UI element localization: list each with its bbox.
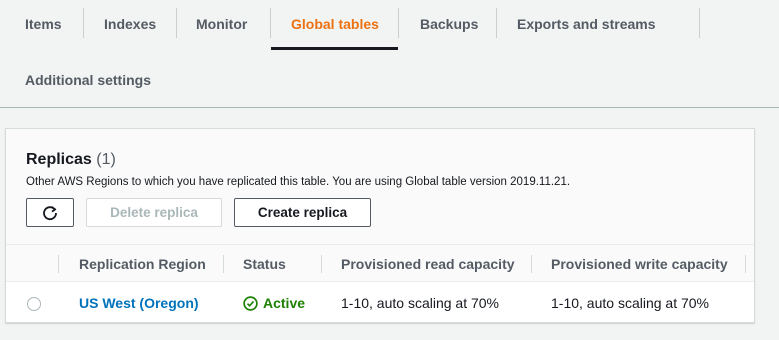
row-select-radio[interactable] — [27, 297, 41, 311]
tab-divider — [398, 8, 399, 38]
panel-title: Replicas (1) — [26, 151, 116, 169]
tab-global-tables[interactable]: Global tables — [271, 0, 399, 48]
tab-exports-and-streams[interactable]: Exports and streams — [497, 0, 676, 48]
replicas-header: Replicas (1) Other AWS Regions to which … — [6, 129, 754, 244]
active-tab-indicator — [271, 47, 398, 50]
table-header: Replication Region Status Provisioned re… — [6, 244, 754, 282]
refresh-icon — [43, 205, 57, 220]
replicas-description: Other AWS Regions to which you have repl… — [26, 176, 571, 188]
tab-items[interactable]: Items — [5, 0, 82, 48]
replica-read-capacity: 1-10, auto scaling at 70% — [341, 295, 499, 311]
replica-write-capacity: 1-10, auto scaling at 70% — [551, 295, 709, 311]
table-row: US West (Oregon) Active 1-10, auto scali… — [6, 283, 754, 323]
tab-divider — [699, 8, 700, 38]
delete-replica-button[interactable]: Delete replica — [86, 198, 222, 227]
check-circle-icon — [243, 295, 258, 311]
tab-indexes[interactable]: Indexes — [84, 0, 176, 48]
column-divider — [745, 255, 746, 273]
column-header-write-capacity[interactable]: Provisioned write capacity — [551, 245, 728, 283]
tab-additional-settings[interactable]: Additional settings — [5, 56, 171, 104]
column-divider — [223, 255, 224, 273]
tab-bar: Items Indexes Monitor Global tables Back… — [0, 0, 779, 108]
column-header-status[interactable]: Status — [243, 245, 286, 283]
tab-monitor[interactable]: Monitor — [176, 0, 267, 48]
replicas-count: (1) — [96, 151, 116, 168]
column-divider — [531, 255, 532, 273]
column-divider — [58, 255, 59, 273]
tab-backups[interactable]: Backups — [400, 0, 498, 48]
create-replica-button[interactable]: Create replica — [234, 198, 371, 227]
column-header-read-capacity[interactable]: Provisioned read capacity — [341, 245, 515, 283]
replica-status-text: Active — [263, 295, 306, 311]
replicas-title: Replicas — [26, 151, 92, 168]
replicas-panel: Replicas (1) Other AWS Regions to which … — [5, 128, 755, 323]
column-divider — [321, 255, 322, 273]
replica-region-link[interactable]: US West (Oregon) — [79, 283, 199, 323]
column-header-replication-region[interactable]: Replication Region — [79, 245, 206, 283]
refresh-button[interactable] — [26, 198, 74, 227]
replica-status: Active — [243, 283, 305, 323]
